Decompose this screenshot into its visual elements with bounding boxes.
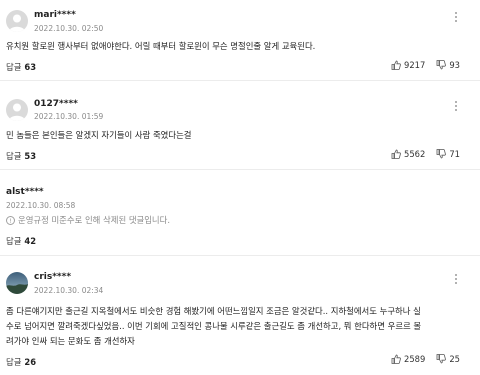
avatar[interactable] xyxy=(6,99,28,121)
reply-label: 답글 xyxy=(6,62,22,72)
more-options-icon[interactable] xyxy=(454,274,458,286)
info-icon: ! xyxy=(6,215,15,225)
profile-photo-icon xyxy=(6,284,28,294)
more-options-icon[interactable] xyxy=(454,12,458,24)
reply-count: 53 xyxy=(24,151,37,161)
thumbs-down-icon xyxy=(436,60,447,70)
like-button[interactable]: 2589 xyxy=(391,354,425,364)
dislike-button[interactable]: 93 xyxy=(436,60,460,70)
reply-count: 26 xyxy=(24,357,37,367)
avatar[interactable] xyxy=(6,272,28,294)
comment-item: mari**** 2022.10.30. 02:50 유치원 할로윈 행사부터 … xyxy=(0,0,480,81)
reply-label: 답글 xyxy=(6,151,22,161)
comment-author[interactable]: 0127**** xyxy=(34,99,78,109)
comment-text-line: 수로 넘어지면 깔려죽겠다싶었음.. 이번 기회에 고질적인 콩나물 시루같은 … xyxy=(6,321,422,331)
thumbs-up-icon xyxy=(391,60,401,70)
comment-item: 0127**** 2022.10.30. 01:59 민 놈들은 본인들은 알겠… xyxy=(0,81,480,170)
reply-count: 42 xyxy=(24,236,37,246)
comment-text-line: 려가야 인싸 되는 문화도 좀 개선하자 xyxy=(6,336,135,346)
reply-label: 답글 xyxy=(6,236,22,246)
comment-author[interactable]: mari**** xyxy=(34,10,76,20)
comment-date: 2022.10.30. 01:59 xyxy=(34,112,104,121)
comment-item-deleted: alst**** 2022.10.30. 08:58 ! 운영규정 미준수로 인… xyxy=(0,170,480,256)
vote-group: 9217 93 xyxy=(391,60,460,70)
dislike-button[interactable]: 25 xyxy=(436,354,460,364)
reply-button[interactable]: 답글 53 xyxy=(6,150,36,162)
reply-count: 63 xyxy=(24,62,37,72)
reply-button[interactable]: 답글 42 xyxy=(6,235,36,247)
like-count: 9217 xyxy=(404,60,426,70)
like-button[interactable]: 5562 xyxy=(391,149,425,159)
comment-date: 2022.10.30. 02:50 xyxy=(34,24,104,33)
comment-text-line: 유치원 할로윈 행사부터 없애야한다. 어릴 때부터 할로윈이 무슨 명절인줄 … xyxy=(6,41,316,51)
deleted-notice: ! 운영규정 미준수로 인해 삭제된 댓글입니다. xyxy=(6,214,170,226)
comment-item: cris**** 2022.10.30. 02:34 좀 다른얘기지만 출근길 … xyxy=(0,256,480,375)
like-count: 2589 xyxy=(404,354,426,364)
default-avatar-icon xyxy=(9,103,25,121)
dislike-count: 93 xyxy=(449,60,460,70)
deleted-notice-text: 운영규정 미준수로 인해 삭제된 댓글입니다. xyxy=(18,215,170,225)
thumbs-down-icon xyxy=(436,354,447,364)
comment-text: 좀 다른얘기지만 출근길 지옥철에서도 비슷한 경험 해봤기에 어떤느낌일지 조… xyxy=(6,304,466,349)
comment-text-line: 민 놈들은 본인들은 알겠지 자기들이 사람 죽였다는걸 xyxy=(6,130,192,140)
like-count: 5562 xyxy=(404,149,426,159)
thumbs-down-icon xyxy=(436,149,447,159)
comment-author[interactable]: alst**** xyxy=(6,187,44,197)
comment-text-line: 좀 다른얘기지만 출근길 지옥철에서도 비슷한 경험 해봤기에 어떤느낌일지 조… xyxy=(6,306,421,316)
thumbs-up-icon xyxy=(391,149,401,159)
avatar[interactable] xyxy=(6,10,28,32)
thumbs-up-icon xyxy=(391,354,401,364)
dislike-count: 71 xyxy=(449,149,460,159)
reply-button[interactable]: 답글 26 xyxy=(6,356,36,368)
vote-group: 2589 25 xyxy=(391,354,460,364)
comment-text: 유치원 할로윈 행사부터 없애야한다. 어릴 때부터 할로윈이 무슨 명절인줄 … xyxy=(6,39,466,54)
comment-author[interactable]: cris**** xyxy=(34,272,71,282)
dislike-count: 25 xyxy=(449,354,460,364)
comment-text: 민 놈들은 본인들은 알겠지 자기들이 사람 죽였다는걸 xyxy=(6,128,466,143)
like-button[interactable]: 9217 xyxy=(391,60,425,70)
comment-date: 2022.10.30. 08:58 xyxy=(6,201,76,210)
comment-date: 2022.10.30. 02:34 xyxy=(34,286,104,295)
dislike-button[interactable]: 71 xyxy=(436,149,460,159)
reply-label: 답글 xyxy=(6,357,22,367)
reply-button[interactable]: 답글 63 xyxy=(6,61,36,73)
vote-group: 5562 71 xyxy=(391,149,460,159)
more-options-icon[interactable] xyxy=(454,101,458,113)
default-avatar-icon xyxy=(9,14,25,32)
